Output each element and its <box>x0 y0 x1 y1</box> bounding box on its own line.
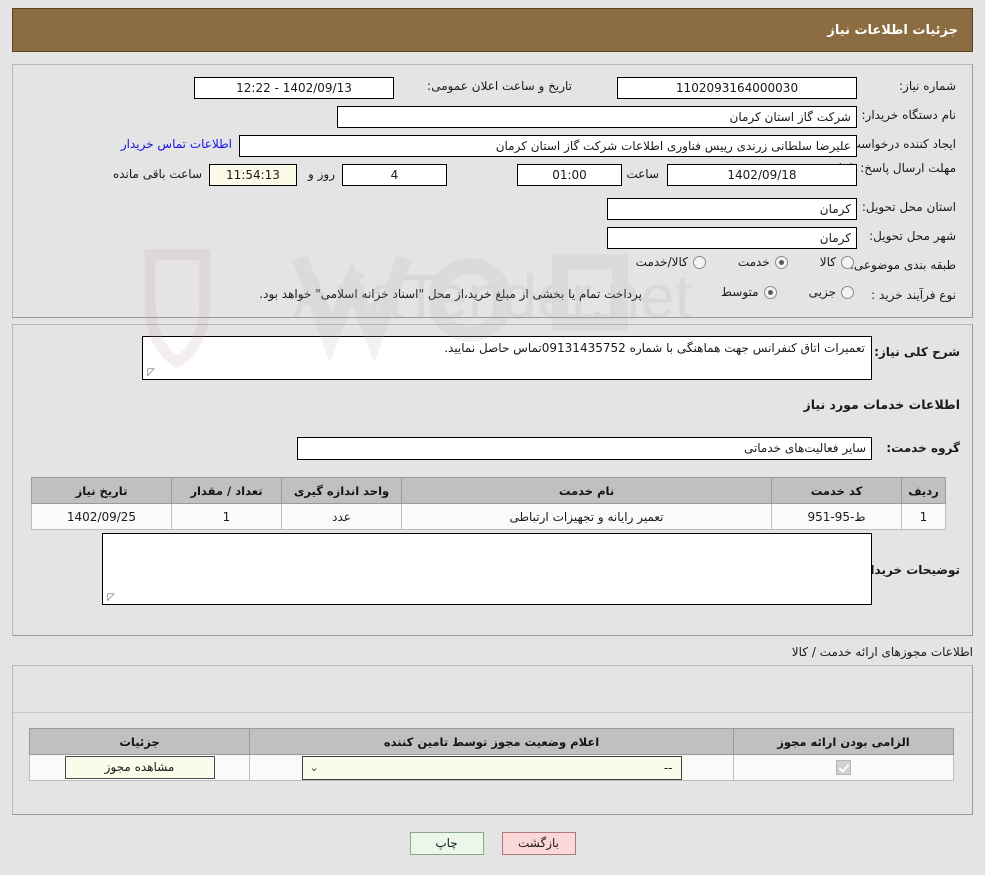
license-status-value: -- <box>663 760 673 775</box>
countdown-label: ساعت باقی مانده <box>112 167 202 181</box>
cell-quantity: 1 <box>171 503 282 530</box>
classification-option-2[interactable]: کالا/خدمت <box>636 255 706 269</box>
buyer-notes-label: توضیحات خریدار; <box>858 563 960 577</box>
items-column-header-1: کد خدمت <box>771 477 902 504</box>
cell-license-details: مشاهده مجوز <box>29 754 250 781</box>
classification-option-label-2: کالا/خدمت <box>635 255 688 269</box>
chevron-down-icon[interactable]: ⌄ <box>310 757 319 779</box>
general-description-text: تعمیرات اتاق کنفرانس جهت هماهنگی با شمار… <box>444 341 865 355</box>
deadline-time-field: 01:00 <box>517 164 622 186</box>
classification-label: طبقه بندی موضوعی: <box>849 258 956 272</box>
license-column-header-0: الزامی بودن ارائه مجوز <box>733 728 954 755</box>
resize-grip-icon[interactable]: ◸ <box>145 368 155 378</box>
cell-service-name: تعمیر رایانه و تجهیزات ارتباطی <box>401 503 772 530</box>
items-table-header-row: ردیف کد خدمت نام خدمت واحد اندازه گیری تعداد… <box>31 477 946 504</box>
need-number-field: 1102093164000030 <box>617 77 857 99</box>
license-column-header-2: جزئیات <box>29 728 250 755</box>
payment-note: پرداخت تمام یا بخشی از مبلغ خرید،از محل … <box>259 287 642 301</box>
province-label: استان محل تحویل: <box>861 200 956 214</box>
days-label: روز و <box>308 167 335 181</box>
classification-radio-icon-1[interactable] <box>774 255 788 269</box>
deadline-label: مهلت ارسال پاسخ: تا تاریخ: <box>817 161 956 175</box>
license-table: الزامی بودن ارائه مجوز اعلام وضعیت مجوز ت… <box>29 728 954 781</box>
countdown-field: 11:54:13 <box>209 164 297 186</box>
buyer-contact-link[interactable]: اطلاعات تماس خریدار <box>121 137 232 151</box>
general-description-label: شرح کلی نیاز: <box>874 345 960 359</box>
cell-license-status: -- ⌄ <box>249 754 734 781</box>
items-table: ردیف کد خدمت نام خدمت واحد اندازه گیری تعداد… <box>31 477 946 530</box>
hour-label: ساعت <box>626 167 659 181</box>
cell-unit-of-measure: عدد <box>281 503 402 530</box>
city-label: شهر محل تحویل: <box>869 229 956 243</box>
process-type-option-0[interactable]: جزیی <box>809 285 854 299</box>
table-row: 1 ط-95-951 تعمیر رایانه و تجهیزات ارتباطی ع… <box>31 503 946 530</box>
process-type-option-label-0: جزیی <box>808 285 836 299</box>
license-column-header-1: اعلام وضعیت مجوز توسط تامین کننده <box>249 728 734 755</box>
footer-button-bar: بازگشت چاپ <box>0 832 985 855</box>
deadline-date-field: 1402/09/18 <box>667 164 857 186</box>
classification-radio-group: کالا خدمت کالا/خدمت <box>636 255 854 269</box>
table-row: -- ⌄ مشاهده مجوز <box>29 754 954 781</box>
process-type-option-1[interactable]: متوسط <box>721 285 777 299</box>
need-number-label: شماره نیاز: <box>899 79 956 93</box>
public-announce-label: تاریخ و ساعت اعلان عمومی: <box>427 79 572 93</box>
remaining-days-field: 4 <box>342 164 447 186</box>
items-table-container: ردیف کد خدمت نام خدمت واحد اندازه گیری تعداد… <box>31 477 946 530</box>
license-status-select[interactable]: -- ⌄ <box>301 755 682 780</box>
print-button[interactable]: چاپ <box>409 832 484 855</box>
city-field: کرمان <box>607 227 857 249</box>
license-table-body: -- ⌄ مشاهده مجوز <box>29 754 954 781</box>
resize-grip-icon-2[interactable]: ◸ <box>105 593 115 603</box>
process-type-radio-group: جزیی متوسط <box>721 285 854 299</box>
cell-need-date: 1402/09/25 <box>31 503 172 530</box>
items-column-header-2: نام خدمت <box>401 477 772 504</box>
service-group-field: سایر فعالیت‌های خدماتی <box>297 437 872 460</box>
page-title: جزئیات اطلاعات نیاز <box>827 22 958 38</box>
province-field: کرمان <box>607 198 857 220</box>
view-license-button[interactable]: مشاهده مجوز <box>64 756 215 779</box>
items-table-body: 1 ط-95-951 تعمیر رایانه و تجهیزات ارتباطی ع… <box>31 503 946 530</box>
requester-label: ایجاد کننده درخواست: <box>845 137 956 151</box>
service-group-label: گروه خدمت: <box>886 441 960 455</box>
back-button[interactable]: بازگشت <box>501 832 576 855</box>
classification-option-0[interactable]: کالا <box>820 255 854 269</box>
license-table-container: الزامی بودن ارائه مجوز اعلام وضعیت مجوز ت… <box>29 728 954 781</box>
license-required-checkbox <box>836 760 851 775</box>
requester-field: علیرضا سلطانی زرندی رییس فناوری اطلاعات … <box>239 135 857 157</box>
process-type-option-label-1: متوسط <box>720 285 759 299</box>
requirement-details-panel: شرح کلی نیاز: تعمیرات اتاق کنفرانس جهت ه… <box>12 324 973 636</box>
buyer-org-field: شرکت گاز استان کرمان <box>337 106 857 128</box>
buyer-notes-textarea[interactable]: ◸ <box>102 533 872 605</box>
services-section-heading: اطلاعات خدمات مورد نیاز <box>803 397 961 412</box>
process-type-label: نوع فرآیند خرید : <box>871 288 956 302</box>
items-column-header-0: ردیف <box>901 477 946 504</box>
public-announce-field: 1402/09/13 - 12:22 <box>194 77 394 99</box>
cell-license-required <box>733 754 954 781</box>
license-section-label: اطلاعات مجوزهای ارائه خدمت / کالا <box>791 645 973 659</box>
classification-option-label-0: کالا <box>819 255 836 269</box>
classification-option-1[interactable]: خدمت <box>738 255 788 269</box>
license-panel: الزامی بودن ارائه مجوز اعلام وضعیت مجوز ت… <box>12 665 973 815</box>
items-column-header-4: تعداد / مقدار <box>171 477 282 504</box>
items-column-header-3: واحد اندازه گیری <box>281 477 402 504</box>
classification-radio-icon-0[interactable] <box>841 255 854 269</box>
buyer-org-label: نام دستگاه خریدار: <box>861 108 957 122</box>
classification-radio-icon-2[interactable] <box>692 255 706 269</box>
general-description-textarea[interactable]: تعمیرات اتاق کنفرانس جهت هماهنگی با شمار… <box>142 336 872 380</box>
classification-option-label-1: خدمت <box>737 255 770 269</box>
process-type-radio-icon-1[interactable] <box>763 285 777 299</box>
items-column-header-5: تاریخ نیاز <box>31 477 172 504</box>
window-title-bar: جزئیات اطلاعات نیاز <box>12 8 973 52</box>
need-info-panel: شماره نیاز: 1102093164000030 تاریخ و ساع… <box>12 64 973 318</box>
license-table-header-row: الزامی بودن ارائه مجوز اعلام وضعیت مجوز ت… <box>29 728 954 755</box>
license-panel-divider <box>13 712 972 713</box>
cell-service-code: ط-95-951 <box>771 503 902 530</box>
cell-row-index: 1 <box>901 503 946 530</box>
process-type-radio-icon-0[interactable] <box>841 285 854 299</box>
